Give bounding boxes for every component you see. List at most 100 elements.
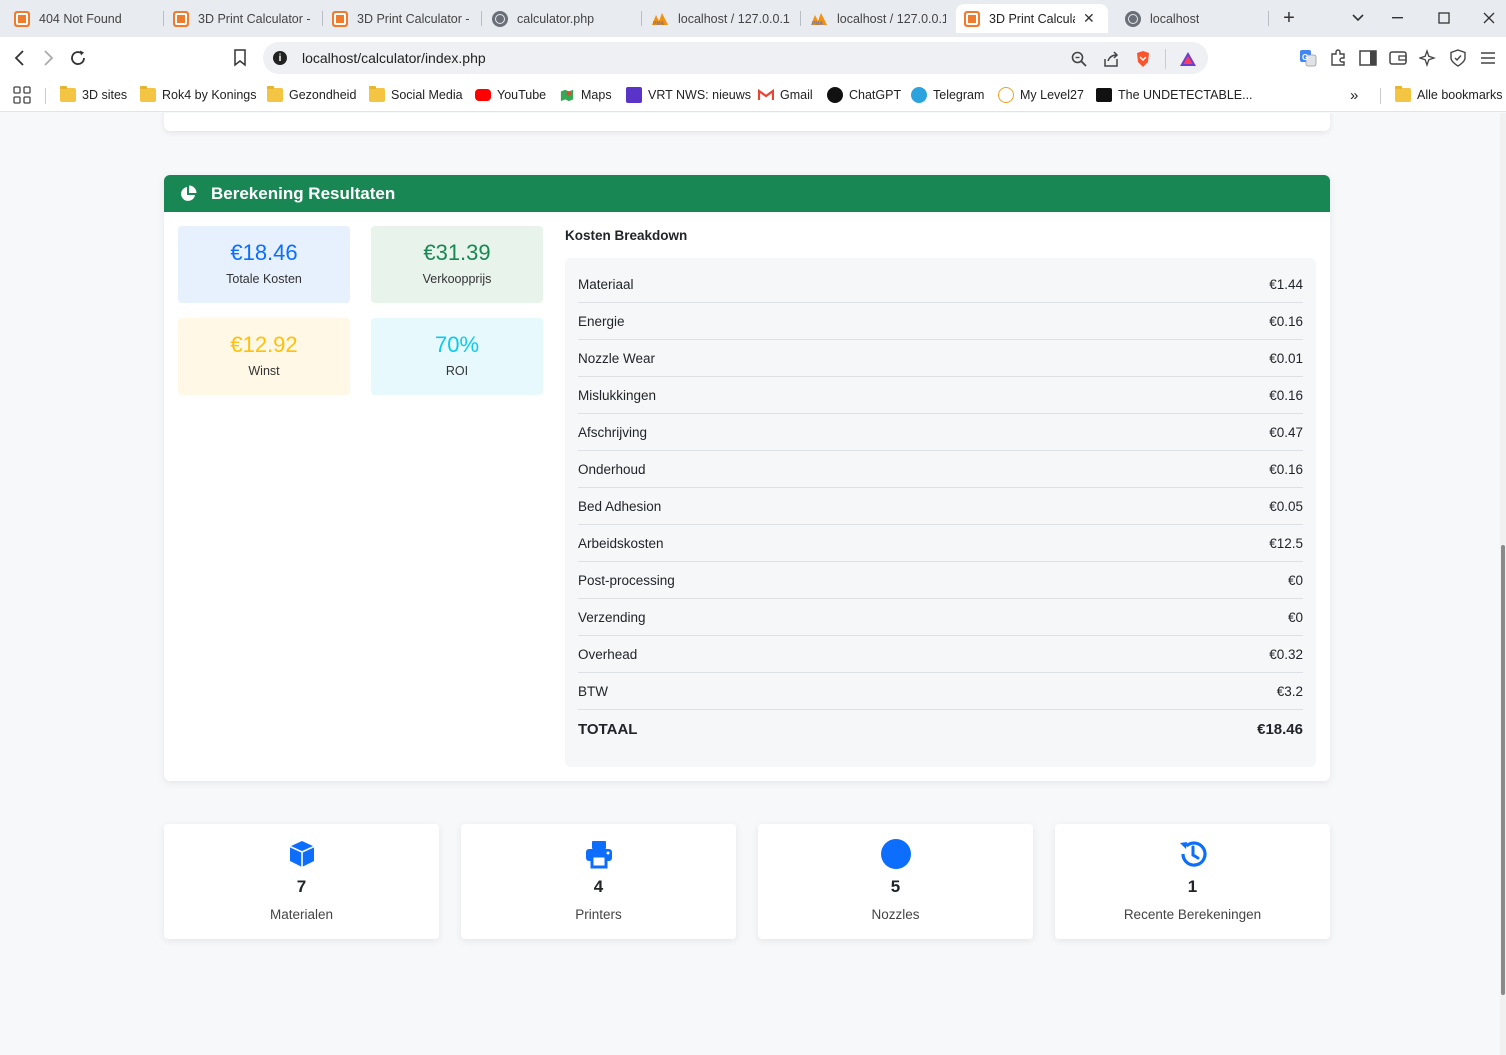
bookmark-all[interactable]: Alle bookmarks (1395, 85, 1502, 105)
telegram-icon (911, 87, 927, 103)
tab-calculator-1[interactable]: 3D Print Calculator - (165, 4, 323, 33)
url-text[interactable]: localhost/calculator/index.php (302, 50, 486, 66)
vpn-icon[interactable] (1448, 48, 1468, 68)
share-icon[interactable] (1101, 50, 1121, 68)
summary-label: Materialen (269, 907, 334, 922)
breakdown-row: Afschrijving €0.47 (578, 414, 1303, 451)
cost-breakdown-list: Materiaal €1.44 Energie €0.16 Nozzle Wear €… (565, 258, 1316, 767)
apps-grid-icon (13, 86, 31, 104)
breakdown-title: Kosten Breakdown (565, 228, 688, 243)
page-viewport: Berekening Resultaten €18.46 Totale Kost… (0, 113, 1506, 1055)
sidebar-icon[interactable] (1358, 48, 1378, 68)
bookmark-gezondheid[interactable]: Gezondheid (267, 85, 356, 105)
brave-rewards-icon[interactable] (1178, 50, 1198, 68)
globe-icon (1125, 10, 1141, 27)
xampp-icon (14, 10, 30, 27)
tab-calculator-2[interactable]: 3D Print Calculator - (324, 4, 482, 33)
bookmark-gmail[interactable]: Gmail (758, 85, 813, 105)
brave-shields-icon[interactable] (1133, 50, 1153, 68)
browser-toolbar: i localhost/calculator/index.php G (0, 37, 1506, 79)
summary-card-printers[interactable]: 4 Printers (461, 824, 736, 939)
stat-roi: 70% ROI (371, 318, 543, 395)
bookmarks-bar: 3D sites Rok4 by Konings Gezondheid Soci… (0, 79, 1506, 112)
info-icon[interactable]: i (273, 51, 287, 65)
summary-card-nozzles[interactable]: 5 Nozzles (758, 824, 1033, 939)
page-scrollbar[interactable] (1500, 113, 1506, 1055)
bookmark-maps[interactable]: Maps (559, 85, 612, 105)
extensions-icon[interactable] (1328, 48, 1348, 68)
forward-button[interactable] (36, 46, 60, 70)
summary-count: 7 (296, 877, 307, 896)
folder-icon (267, 86, 283, 102)
new-tab-button[interactable]: + (1274, 6, 1304, 30)
bookmark-page-button[interactable] (228, 46, 252, 70)
stat-label: Winst (248, 364, 280, 378)
tab-404[interactable]: 404 Not Found (6, 4, 164, 33)
address-bar[interactable]: i localhost/calculator/index.php (263, 42, 1208, 74)
breakdown-total-row: TOTAAL €18.46 (578, 721, 1303, 738)
bookmark-chatgpt[interactable]: ChatGPT (827, 85, 901, 105)
arrow-left-icon (14, 50, 24, 66)
menu-icon[interactable] (1478, 48, 1498, 68)
xampp-icon (964, 10, 980, 27)
tab-phpmyadmin-2[interactable]: PMA localhost / 127.0.0.1 (802, 4, 954, 33)
arrow-right-icon (44, 50, 54, 66)
leo-ai-icon[interactable] (1418, 48, 1438, 68)
folder-icon (60, 86, 76, 102)
bookmark-undetectable[interactable]: The UNDETECTABLE... (1096, 85, 1253, 105)
results-card: Berekening Resultaten €18.46 Totale Kost… (164, 175, 1330, 781)
svg-text:PMA: PMA (812, 21, 824, 26)
svg-text:PMA: PMA (653, 21, 665, 26)
maps-icon (560, 89, 574, 102)
printer-icon (586, 841, 612, 869)
bookmark-social-media[interactable]: Social Media (369, 85, 463, 105)
breakdown-row: Materiaal €1.44 (578, 266, 1303, 303)
bookmark-vrt[interactable]: VRT NWS: nieuws (626, 85, 751, 105)
reload-button[interactable] (66, 46, 90, 70)
bookmark-youtube[interactable]: YouTube (475, 85, 546, 105)
bookmark-level27[interactable]: My Level27 (998, 85, 1084, 105)
summary-label: Recente Berekeningen (1123, 907, 1262, 922)
bookmark-telegram[interactable]: Telegram (911, 85, 984, 105)
minimize-button[interactable] (1383, 6, 1413, 30)
close-window-button[interactable] (1474, 6, 1504, 30)
breakdown-row: Energie €0.16 (578, 303, 1303, 340)
level27-icon (998, 87, 1014, 103)
tab-localhost[interactable]: localhost (1117, 4, 1269, 33)
tab-phpmyadmin-1[interactable]: PMA localhost / 127.0.0.1 (643, 4, 801, 33)
phpmyadmin-icon: PMA (810, 11, 828, 27)
tab-calculator-php[interactable]: calculator.php (484, 4, 642, 33)
stat-value: €12.92 (230, 332, 298, 357)
breakdown-row: Overhead €0.32 (578, 636, 1303, 673)
summary-card-recent-calculations[interactable]: 1 Recente Berekeningen (1055, 824, 1330, 939)
phpmyadmin-icon: PMA (651, 11, 669, 27)
wallet-icon[interactable] (1388, 48, 1408, 68)
close-icon[interactable]: ✕ (1083, 10, 1095, 27)
tab-search-button[interactable] (1343, 6, 1373, 30)
stat-value: €31.39 (423, 240, 491, 265)
more-bookmarks-button[interactable]: » (1350, 85, 1358, 105)
apps-button[interactable] (13, 85, 31, 105)
globe-icon (492, 10, 508, 27)
bookmark-rok4[interactable]: Rok4 by Konings (140, 85, 257, 105)
zoom-icon[interactable] (1069, 50, 1089, 68)
svg-text:G: G (1302, 53, 1308, 62)
stat-value: 70% (434, 332, 480, 357)
xampp-icon (173, 10, 189, 27)
breakdown-row: Verzending €0 (578, 599, 1303, 636)
chatgpt-icon (827, 87, 843, 103)
summary-count: 1 (1187, 877, 1198, 896)
bookmark-icon (234, 49, 246, 67)
folder-icon (1395, 86, 1411, 102)
summary-card-materials[interactable]: 7 Materialen (164, 824, 439, 939)
bookmark-3d-sites[interactable]: 3D sites (60, 85, 127, 105)
translate-icon[interactable]: G (1298, 48, 1318, 68)
scrollbar-thumb[interactable] (1501, 545, 1505, 995)
chevron-down-icon (1352, 14, 1364, 22)
site-icon (1096, 88, 1112, 102)
back-button[interactable] (8, 46, 32, 70)
maximize-button[interactable] (1429, 6, 1459, 30)
tab-strip: 404 Not Found 3D Print Calculator - 3D P… (0, 0, 1506, 37)
breakdown-row: Mislukkingen €0.16 (578, 377, 1303, 414)
tab-calculator-active[interactable]: 3D Print Calcula ✕ (956, 4, 1108, 33)
